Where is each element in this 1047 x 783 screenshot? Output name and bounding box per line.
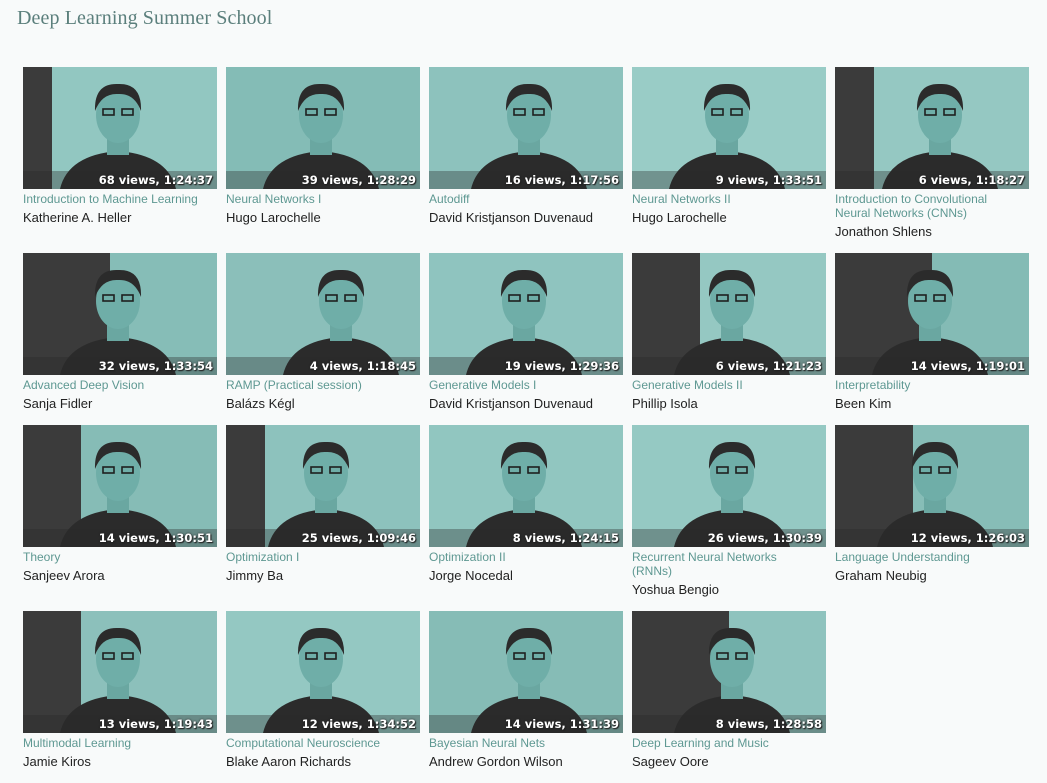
speaker-name[interactable]: Graham Neubig bbox=[835, 568, 1029, 583]
video-thumbnail[interactable]: 12 views, 1:34:52 bbox=[226, 611, 420, 733]
video-meta: 25 views, 1:09:46 bbox=[301, 531, 416, 545]
video-title-link[interactable]: Neural Networks I bbox=[226, 192, 411, 206]
video-thumbnail[interactable]: 4 views, 1:18:45 bbox=[226, 253, 420, 375]
video-title-link[interactable]: RAMP (Practical session) bbox=[226, 378, 411, 392]
video-thumbnail[interactable]: 13 views, 1:19:43 bbox=[23, 611, 217, 733]
speaker-name[interactable]: Phillip Isola bbox=[632, 396, 826, 411]
page-title: Deep Learning Summer School bbox=[17, 7, 273, 29]
speaker-name[interactable]: Balázs Kégl bbox=[226, 396, 420, 411]
video-title-link[interactable]: Autodiff bbox=[429, 192, 614, 206]
speaker-name[interactable]: David Kristjanson Duvenaud bbox=[429, 396, 623, 411]
video-thumbnail[interactable]: 8 views, 1:24:15 bbox=[429, 425, 623, 547]
video-meta: 32 views, 1:33:54 bbox=[98, 359, 213, 373]
video-card[interactable]: 6 views, 1:21:23 Generative Models II Phil… bbox=[632, 253, 826, 425]
speaker-name[interactable]: Sageev Oore bbox=[632, 754, 826, 769]
video-thumbnail[interactable]: 6 views, 1:18:27 bbox=[835, 67, 1029, 189]
video-meta: 6 views, 1:18:27 bbox=[918, 173, 1025, 187]
video-meta: 9 views, 1:33:51 bbox=[715, 173, 822, 187]
video-meta: 14 views, 1:31:39 bbox=[504, 717, 619, 731]
speaker-name[interactable]: Jimmy Ba bbox=[226, 568, 420, 583]
video-title-link[interactable]: Deep Learning and Music bbox=[632, 736, 817, 750]
video-meta: 19 views, 1:29:36 bbox=[504, 359, 619, 373]
video-card[interactable]: 32 views, 1:33:54 Advanced Deep Vision San… bbox=[23, 253, 217, 425]
video-title-link[interactable]: Theory bbox=[23, 550, 208, 564]
video-title-link[interactable]: Interpretability bbox=[835, 378, 1020, 392]
video-meta: 8 views, 1:28:58 bbox=[715, 717, 822, 731]
video-thumbnail[interactable]: 14 views, 1:19:01 bbox=[835, 253, 1029, 375]
video-thumbnail[interactable]: 16 views, 1:17:56 bbox=[429, 67, 623, 189]
video-card[interactable]: 13 views, 1:19:43 Multimodal Learning Jami… bbox=[23, 611, 217, 783]
video-meta: 13 views, 1:19:43 bbox=[98, 717, 213, 731]
video-card[interactable]: 14 views, 1:31:39 Bayesian Neural Nets And… bbox=[429, 611, 623, 783]
video-thumbnail[interactable]: 26 views, 1:30:39 bbox=[632, 425, 826, 547]
video-grid: 68 views, 1:24:37 Introduction to Machine… bbox=[23, 67, 1029, 783]
video-title-link[interactable]: Generative Models I bbox=[429, 378, 614, 392]
speaker-name[interactable]: Sanjeev Arora bbox=[23, 568, 217, 583]
video-meta: 16 views, 1:17:56 bbox=[504, 173, 619, 187]
video-card[interactable]: 14 views, 1:19:01 Interpretability Been Ki… bbox=[835, 253, 1029, 425]
video-meta: 8 views, 1:24:15 bbox=[512, 531, 619, 545]
video-thumbnail[interactable]: 25 views, 1:09:46 bbox=[226, 425, 420, 547]
video-thumbnail[interactable]: 19 views, 1:29:36 bbox=[429, 253, 623, 375]
speaker-name[interactable]: Hugo Larochelle bbox=[226, 210, 420, 225]
video-meta: 26 views, 1:30:39 bbox=[707, 531, 822, 545]
speaker-name[interactable]: Sanja Fidler bbox=[23, 396, 217, 411]
speaker-name[interactable]: Katherine A. Heller bbox=[23, 210, 217, 225]
video-card[interactable]: 14 views, 1:30:51 Theory Sanjeev Arora bbox=[23, 425, 217, 611]
video-thumbnail[interactable]: 12 views, 1:26:03 bbox=[835, 425, 1029, 547]
video-thumbnail[interactable]: 32 views, 1:33:54 bbox=[23, 253, 217, 375]
video-thumbnail[interactable]: 68 views, 1:24:37 bbox=[23, 67, 217, 189]
video-card[interactable]: 12 views, 1:34:52 Computational Neuroscie… bbox=[226, 611, 420, 783]
video-thumbnail[interactable]: 9 views, 1:33:51 bbox=[632, 67, 826, 189]
video-meta: 6 views, 1:21:23 bbox=[715, 359, 822, 373]
video-thumbnail[interactable]: 8 views, 1:28:58 bbox=[632, 611, 826, 733]
video-meta: 12 views, 1:34:52 bbox=[301, 717, 416, 731]
video-meta: 4 views, 1:18:45 bbox=[309, 359, 416, 373]
video-title-link[interactable]: Computational Neuroscience bbox=[226, 736, 411, 750]
speaker-name[interactable]: Jamie Kiros bbox=[23, 754, 217, 769]
video-title-link[interactable]: Language Understanding bbox=[835, 550, 1020, 564]
video-card[interactable]: 8 views, 1:24:15 Optimization II Jorge Noc… bbox=[429, 425, 623, 611]
video-card[interactable]: 9 views, 1:33:51 Neural Networks II Hugo L… bbox=[632, 67, 826, 253]
video-title-link[interactable]: Neural Networks II bbox=[632, 192, 817, 206]
video-meta: 68 views, 1:24:37 bbox=[98, 173, 213, 187]
video-title-link[interactable]: Recurrent Neural Networks (RNNs) bbox=[632, 550, 817, 578]
speaker-name[interactable]: Been Kim bbox=[835, 396, 1029, 411]
speaker-name[interactable]: David Kristjanson Duvenaud bbox=[429, 210, 623, 225]
speaker-name[interactable]: Yoshua Bengio bbox=[632, 582, 826, 597]
video-title-link[interactable]: Bayesian Neural Nets bbox=[429, 736, 614, 750]
video-card[interactable]: 12 views, 1:26:03 Language Understanding G… bbox=[835, 425, 1029, 611]
speaker-name[interactable]: Blake Aaron Richards bbox=[226, 754, 420, 769]
video-meta: 12 views, 1:26:03 bbox=[910, 531, 1025, 545]
video-card[interactable]: 19 views, 1:29:36 Generative Models I Davi… bbox=[429, 253, 623, 425]
video-title-link[interactable]: Introduction to Machine Learning bbox=[23, 192, 208, 206]
video-card[interactable]: 26 views, 1:30:39 Recurrent Neural Networ… bbox=[632, 425, 826, 611]
video-title-link[interactable]: Optimization I bbox=[226, 550, 411, 564]
speaker-name[interactable]: Andrew Gordon Wilson bbox=[429, 754, 623, 769]
video-meta: 14 views, 1:19:01 bbox=[910, 359, 1025, 373]
video-title-link[interactable]: Generative Models II bbox=[632, 378, 817, 392]
video-thumbnail[interactable]: 6 views, 1:21:23 bbox=[632, 253, 826, 375]
video-thumbnail[interactable]: 39 views, 1:28:29 bbox=[226, 67, 420, 189]
video-title-link[interactable]: Multimodal Learning bbox=[23, 736, 208, 750]
speaker-name[interactable]: Jorge Nocedal bbox=[429, 568, 623, 583]
video-thumbnail[interactable]: 14 views, 1:31:39 bbox=[429, 611, 623, 733]
video-meta: 14 views, 1:30:51 bbox=[98, 531, 213, 545]
speaker-name[interactable]: Jonathon Shlens bbox=[835, 224, 1029, 239]
video-thumbnail[interactable]: 14 views, 1:30:51 bbox=[23, 425, 217, 547]
video-card[interactable]: 16 views, 1:17:56 Autodiff David Kristjans… bbox=[429, 67, 623, 253]
speaker-name[interactable]: Hugo Larochelle bbox=[632, 210, 826, 225]
video-card[interactable]: 6 views, 1:18:27 Introduction to Convolut… bbox=[835, 67, 1029, 253]
video-title-link[interactable]: Optimization II bbox=[429, 550, 614, 564]
video-title-link[interactable]: Introduction to Convolutional Neural Net… bbox=[835, 192, 1020, 220]
video-title-link[interactable]: Advanced Deep Vision bbox=[23, 378, 208, 392]
video-card[interactable]: 8 views, 1:28:58 Deep Learning and Music S… bbox=[632, 611, 826, 783]
video-meta: 39 views, 1:28:29 bbox=[301, 173, 416, 187]
video-card[interactable]: 25 views, 1:09:46 Optimization I Jimmy Ba bbox=[226, 425, 420, 611]
video-card[interactable]: 39 views, 1:28:29 Neural Networks I Hugo L… bbox=[226, 67, 420, 253]
video-card[interactable]: 4 views, 1:18:45 RAMP (Practical session)… bbox=[226, 253, 420, 425]
video-card[interactable]: 68 views, 1:24:37 Introduction to Machine… bbox=[23, 67, 217, 253]
